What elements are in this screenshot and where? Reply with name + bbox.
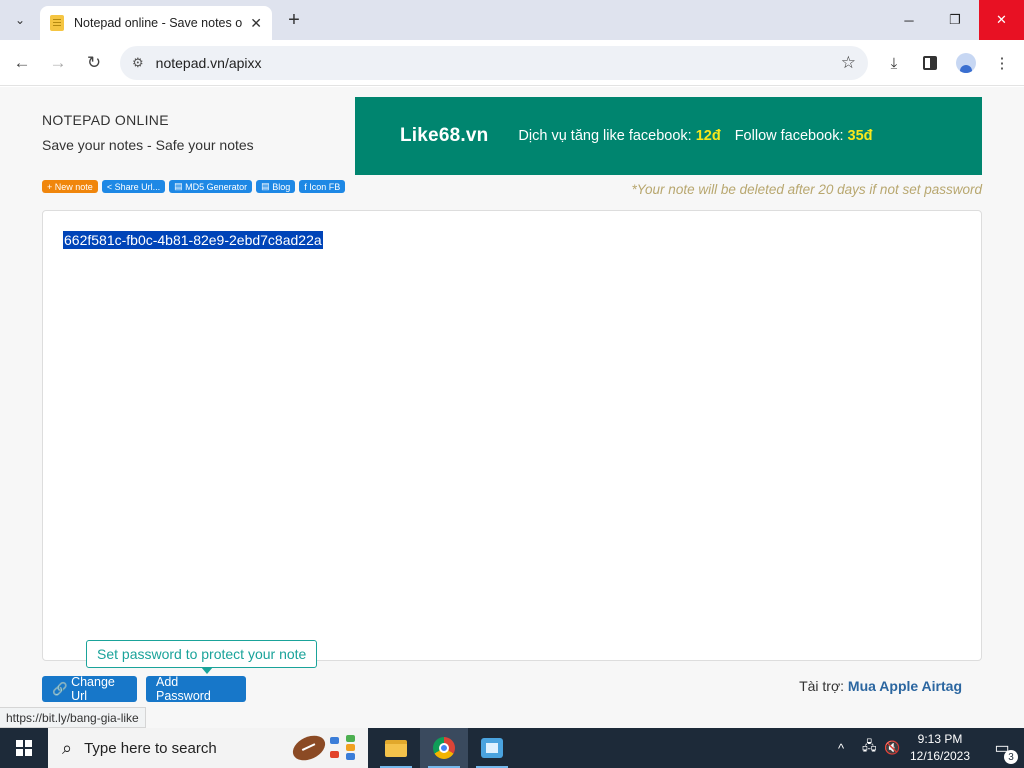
- chrome-taskbar-button[interactable]: [420, 728, 468, 768]
- app-taskbar-button[interactable]: [468, 728, 516, 768]
- sponsor-label: Tài trợ:: [799, 678, 845, 694]
- note-content-selected[interactable]: 662f581c-fb0c-4b81-82e9-2ebd7c8ad22a: [63, 231, 323, 249]
- window-close-button[interactable]: ✕: [979, 0, 1024, 40]
- share-icon: <: [106, 181, 113, 192]
- database-icon: ▤: [174, 181, 183, 191]
- plus-icon: +: [47, 181, 53, 192]
- notification-center-button[interactable]: ▭ 3: [980, 728, 1024, 768]
- sponsor-block: Tài trợ: Mua Apple Airtag: [799, 678, 962, 694]
- notepad-favicon-icon: [50, 15, 64, 31]
- sponsor-link[interactable]: Mua Apple Airtag: [848, 678, 962, 694]
- page-content: NOTEPAD ONLINE Save your notes - Safe yo…: [0, 87, 1024, 728]
- site-info-icon[interactable]: ⚙: [132, 55, 144, 71]
- add-password-label: Add Password: [156, 675, 211, 703]
- note-editor[interactable]: 662f581c-fb0c-4b81-82e9-2ebd7c8ad22a: [42, 210, 982, 661]
- folder-icon: [385, 739, 407, 757]
- new-note-label: New note: [54, 181, 93, 192]
- file-icon: ▤: [261, 181, 270, 191]
- app-icon: [481, 738, 503, 758]
- deletion-notice: *Your note will be deleted after 20 days…: [631, 182, 982, 197]
- window-minimize-button[interactable]: ─: [886, 0, 932, 40]
- volume-muted-icon[interactable]: 🔇: [884, 728, 900, 768]
- banner-logo: Like68.vn: [400, 125, 489, 146]
- bracket-diagram-icon: [330, 735, 356, 761]
- forward-arrow-icon[interactable]: →: [46, 51, 70, 75]
- window-restore-button[interactable]: ❐: [932, 0, 978, 40]
- search-highlight-image[interactable]: [288, 730, 360, 766]
- banner-price-follow: 35đ: [847, 128, 873, 144]
- site-title[interactable]: NOTEPAD ONLINE: [42, 112, 169, 128]
- add-password-button[interactable]: Add Password: [146, 675, 246, 703]
- profile-avatar-icon[interactable]: [954, 51, 978, 75]
- change-url-label: Change Url: [71, 675, 115, 703]
- ad-banner[interactable]: Like68.vn Dịch vụ tăng like facebook: 12…: [355, 97, 982, 175]
- notification-count-badge: 3: [1004, 750, 1018, 764]
- network-icon[interactable]: 🖧: [862, 728, 877, 768]
- bookmark-star-icon[interactable]: ☆: [841, 53, 856, 73]
- tab-search-chevron-icon[interactable]: ⌄: [8, 8, 32, 32]
- browser-toolbar: ← → ↻ ⚙ notepad.vn/apixx ☆ ⤓ ⋮: [0, 40, 1024, 86]
- search-placeholder: Type here to search: [84, 739, 217, 757]
- new-tab-button[interactable]: +: [282, 8, 306, 32]
- blog-button[interactable]: ▤ Blog: [256, 180, 296, 193]
- search-icon: ⌕: [62, 737, 73, 758]
- banner-text-follow: Follow facebook:: [734, 128, 844, 144]
- browser-tab-bar: ⌄ Notepad online - Save notes o ✕ + ─ ❐ …: [0, 0, 1024, 40]
- facebook-icon: f: [304, 181, 307, 192]
- link-icon: 🔗: [52, 681, 68, 696]
- status-bar-url: https://bit.ly/bang-gia-like: [0, 707, 146, 728]
- share-url-button[interactable]: < Share Url...: [101, 180, 166, 193]
- clock-time: 9:13 PM: [917, 732, 963, 746]
- new-note-button[interactable]: + New note: [42, 180, 98, 193]
- share-url-label: Share Url...: [114, 181, 161, 192]
- password-tooltip: Set password to protect your note: [86, 640, 318, 674]
- change-url-button[interactable]: 🔗 Change Url: [42, 675, 137, 703]
- tray-overflow-icon[interactable]: ^: [838, 728, 844, 768]
- reload-icon[interactable]: ↻: [82, 51, 106, 75]
- quick-links: + New note < Share Url... ▤ MD5 Generato…: [42, 180, 346, 193]
- address-bar[interactable]: ⚙ notepad.vn/apixx ☆: [120, 46, 868, 80]
- md5-generator-label: MD5 Generator: [185, 181, 248, 192]
- icon-fb-button[interactable]: f Icon FB: [299, 180, 346, 193]
- taskbar-clock[interactable]: 9:13 PM 12/16/2023: [906, 731, 974, 765]
- windows-logo-icon: [16, 740, 32, 756]
- file-explorer-taskbar-button[interactable]: [372, 728, 420, 768]
- windows-taskbar: ⌕ Type here to search ^ 🖧 🔇 9:13 PM 12/1…: [0, 728, 1024, 768]
- taskbar-search-box[interactable]: ⌕ Type here to search: [48, 728, 368, 768]
- tab-close-icon[interactable]: ✕: [250, 15, 262, 32]
- blog-label: Blog: [272, 181, 291, 192]
- banner-text-like: Dịch vụ tăng like facebook:: [518, 128, 692, 144]
- url-text[interactable]: notepad.vn/apixx: [156, 55, 262, 71]
- football-icon: [288, 730, 330, 766]
- md5-generator-button[interactable]: ▤ MD5 Generator: [169, 180, 253, 193]
- site-subtitle: Save your notes - Safe your notes: [42, 137, 254, 153]
- tab-title: Notepad online - Save notes o: [74, 16, 243, 30]
- browser-menu-icon[interactable]: ⋮: [990, 51, 1014, 75]
- active-tab[interactable]: Notepad online - Save notes o ✕: [40, 6, 272, 40]
- download-icon[interactable]: ⤓: [882, 51, 906, 75]
- banner-price-like: 12đ: [695, 128, 721, 144]
- side-panel-icon[interactable]: [918, 51, 942, 75]
- start-button[interactable]: [0, 728, 48, 768]
- chrome-icon: [433, 737, 455, 759]
- back-arrow-icon[interactable]: ←: [10, 51, 34, 75]
- icon-fb-label: Icon FB: [309, 181, 341, 192]
- clock-date: 12/16/2023: [909, 749, 971, 763]
